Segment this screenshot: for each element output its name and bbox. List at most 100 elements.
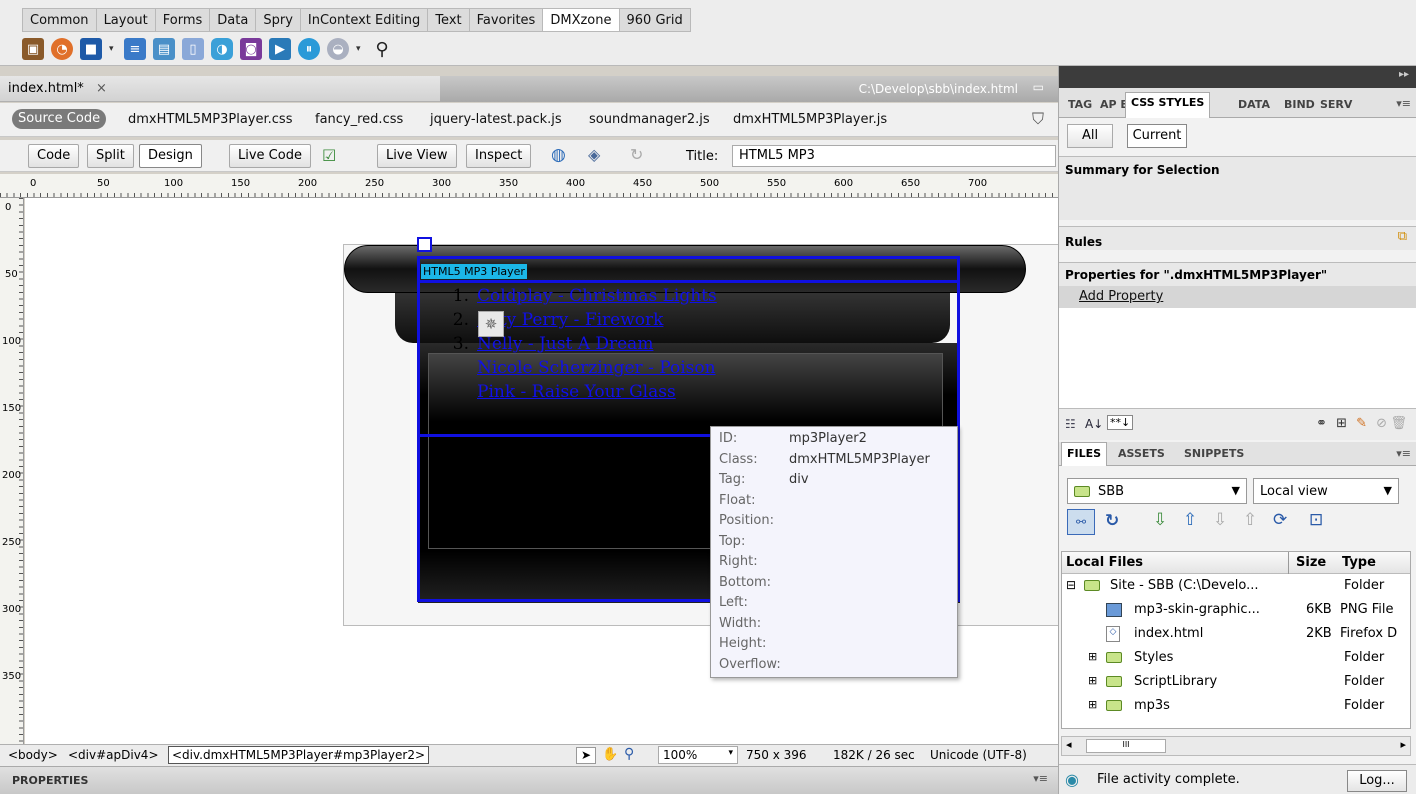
panel-menu-icon[interactable]: ▾≡ (1033, 772, 1048, 785)
tab-bindings[interactable]: BIND (1279, 98, 1320, 111)
disable-icon[interactable]: ⊘ (1376, 416, 1387, 431)
tab-server[interactable]: SERV (1315, 98, 1357, 111)
insert-tab-layout[interactable]: Layout (95, 8, 155, 32)
insert-tab-dmxzone[interactable]: DMXzone (542, 8, 619, 32)
pointer-tool-icon[interactable]: ➤ (576, 747, 596, 764)
expand-toggle-icon[interactable]: ⊞ (1088, 674, 1097, 687)
document-tab[interactable]: index.html* × (8, 81, 107, 96)
attach-stylesheet-icon[interactable]: ⚭ (1316, 416, 1327, 431)
check-page-icon[interactable]: ☑ (322, 146, 336, 165)
chevron-down-icon[interactable]: ▾ (356, 44, 364, 54)
player-icon[interactable]: ■ (80, 38, 102, 60)
put-files-icon[interactable]: ⇧ (1183, 510, 1197, 530)
panel-menu-icon[interactable]: ▾≡ (1396, 97, 1411, 110)
widget-icon[interactable]: ◒ (327, 38, 349, 60)
list-icon[interactable]: ≡ (124, 38, 146, 60)
title-input[interactable]: HTML5 MP3 (732, 145, 1056, 167)
collapse-toggle-icon[interactable]: ⊟ (1066, 578, 1076, 592)
filter-icon[interactable]: ⛉ (1032, 109, 1044, 129)
expand-toggle-icon[interactable]: ⊞ (1088, 698, 1097, 711)
refresh-icon[interactable]: ↻ (630, 145, 643, 164)
panel-menu-icon[interactable]: ▾≡ (1396, 447, 1411, 460)
scroll-right-icon[interactable]: ▸ (1400, 738, 1406, 751)
list-item[interactable]: ⊞ Styles Folder (1062, 646, 1410, 670)
zoom-select[interactable]: 100% ▾ (658, 746, 738, 764)
tag-selector-body[interactable]: <body> (8, 748, 58, 762)
pause-icon[interactable]: ⏸ (298, 38, 320, 60)
list-item[interactable]: ⊞ ScriptLibrary Folder (1062, 670, 1410, 694)
restore-icon[interactable]: ▭ (1033, 80, 1044, 94)
code-view-button[interactable]: Code (28, 144, 80, 168)
live-view-button[interactable]: Live View (377, 144, 457, 168)
scroll-thumb[interactable]: III (1086, 739, 1166, 753)
source-code-button[interactable]: Source Code (12, 109, 107, 129)
split-view-button[interactable]: Split (87, 144, 134, 168)
gallery-icon[interactable]: ▤ (153, 38, 175, 60)
column-local-files[interactable]: Local Files (1066, 555, 1143, 570)
refresh-icon[interactable]: ↻ (1105, 511, 1119, 531)
related-file-soundmanager[interactable]: soundmanager2.js (589, 112, 710, 127)
synchronize-icon[interactable]: ⟳ (1273, 510, 1287, 530)
window-size[interactable]: 750 x 396 (746, 748, 807, 762)
close-icon[interactable]: × (96, 81, 107, 96)
insert-tab-forms[interactable]: Forms (154, 8, 210, 32)
current-button[interactable]: Current (1127, 124, 1187, 148)
scroll-left-icon[interactable]: ◂ (1066, 738, 1072, 751)
document-icon[interactable]: ▯ (182, 38, 204, 60)
list-item[interactable]: mp3-skin-graphic... 6KB PNG File (1062, 598, 1410, 622)
alpha-view-icon[interactable]: A↓ (1085, 417, 1103, 431)
related-file-css[interactable]: dmxHTML5MP3Player.css (128, 112, 292, 127)
site-select[interactable]: SBB ▼ (1067, 478, 1247, 504)
category-view-icon[interactable]: ☷ (1065, 417, 1076, 431)
tab-databases[interactable]: DATA (1233, 98, 1275, 111)
track-link[interactable]: Katy Perry - Firework (477, 310, 663, 330)
edit-rule-icon[interactable]: ✎ (1356, 416, 1367, 431)
search-icon[interactable]: ⚲ (371, 38, 393, 60)
insert-tab-text[interactable]: Text (427, 8, 469, 32)
get-files-icon[interactable]: ⇩ (1153, 510, 1167, 530)
check-in-icon[interactable]: ⇧ (1243, 510, 1257, 530)
tag-selector-div[interactable]: <div#apDiv4> (68, 748, 159, 762)
visual-aids-icon[interactable]: ◈ (588, 145, 600, 164)
tab-tag[interactable]: TAG (1063, 98, 1097, 111)
log-button[interactable]: Log... (1347, 770, 1407, 792)
track-link[interactable]: Nicole Scherzinger - Poison (477, 358, 716, 378)
list-item[interactable]: ◇ index.html 2KB Firefox D (1062, 622, 1410, 646)
insert-tab-data[interactable]: Data (209, 8, 256, 32)
inspect-button[interactable]: Inspect (466, 144, 532, 168)
column-size[interactable]: Size (1296, 555, 1326, 570)
insert-tab-common[interactable]: Common (22, 8, 96, 32)
live-code-button[interactable]: Live Code (229, 144, 311, 168)
zoom-tool-icon[interactable]: ⚲ (624, 746, 634, 762)
flash-icon[interactable]: ▣ (22, 38, 44, 60)
column-type[interactable]: Type (1342, 555, 1376, 570)
list-item[interactable]: ⊞ mp3s Folder (1062, 694, 1410, 718)
globe-icon[interactable]: ◍ (551, 145, 566, 165)
insert-tab-favorites[interactable]: Favorites (468, 8, 543, 32)
swirl-icon[interactable]: ◔ (51, 38, 73, 60)
cascade-view-icon[interactable]: ⧉ (1398, 229, 1407, 244)
tab-snippets[interactable]: SNIPPETS (1179, 447, 1249, 460)
all-button[interactable]: All (1067, 124, 1113, 148)
tab-css-styles[interactable]: CSS STYLES (1125, 92, 1211, 118)
track-link[interactable]: Pink - Raise Your Glass (477, 382, 676, 402)
trash-icon[interactable]: 🗑 (1390, 416, 1407, 431)
related-file-js[interactable]: dmxHTML5MP3Player.js (733, 112, 887, 127)
list-item[interactable]: ⊟ Site - SBB (C:\Develo... Folder (1062, 574, 1410, 598)
track-link[interactable]: Coldplay - Christmas Lights (477, 286, 717, 306)
chevron-down-icon[interactable]: ▾ (109, 44, 117, 54)
track-link[interactable]: Nelly - Just A Dream (477, 334, 653, 354)
add-property-link[interactable]: Add Property (1079, 289, 1163, 304)
new-rule-icon[interactable]: ⊞ (1336, 416, 1347, 431)
properties-panel-header[interactable]: PROPERTIES ▾≡ (0, 766, 1058, 794)
related-file-fancy[interactable]: fancy_red.css (315, 112, 403, 127)
check-out-icon[interactable]: ⇩ (1213, 510, 1227, 530)
tag-selector-selected[interactable]: <div.dmxHTML5MP3Player#mp3Player2> (168, 746, 430, 764)
ap-div-handle-icon[interactable] (417, 237, 432, 252)
related-file-jquery[interactable]: jquery-latest.pack.js (430, 112, 562, 127)
toggle-icon[interactable]: ◑ (211, 38, 233, 60)
horizontal-scrollbar[interactable]: ◂ III ▸ (1061, 736, 1411, 756)
view-select[interactable]: Local view ▼ (1253, 478, 1399, 504)
slideshow-icon[interactable]: ◙ (240, 38, 262, 60)
tab-assets[interactable]: ASSETS (1113, 447, 1170, 460)
